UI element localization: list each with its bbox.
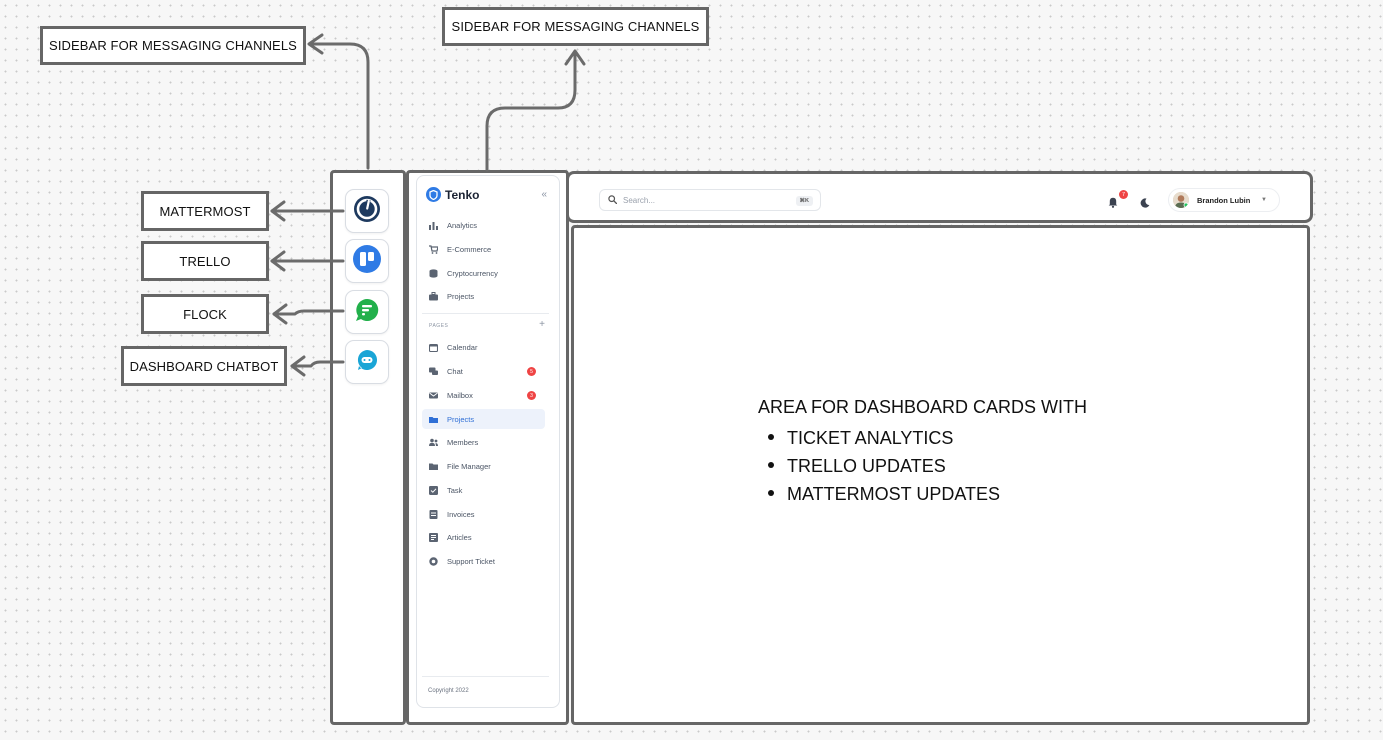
- add-page-icon[interactable]: +: [539, 319, 545, 330]
- list-item: TICKET ANALYTICS: [758, 424, 1087, 452]
- sidebar-item-label: Projects: [447, 291, 475, 301]
- annotation-sidebar-top-text: SIDEBAR FOR MESSAGING CHANNELS: [451, 19, 700, 34]
- notifications-bell-icon[interactable]: [1108, 195, 1118, 213]
- annotation-sidebar-left: SIDEBAR FOR MESSAGING CHANNELS: [40, 26, 306, 65]
- dashboard-cards-list: TICKET ANALYTICS TRELLO UPDATES MATTERMO…: [758, 424, 1087, 508]
- trello-channel-button[interactable]: [345, 239, 389, 283]
- list-item: MATTERMOST UPDATES: [758, 480, 1087, 508]
- sidebar-item-label: Support Ticket: [447, 556, 495, 566]
- chevron-down-icon: ▼: [1261, 197, 1267, 203]
- coins-icon: [429, 268, 438, 278]
- sidebar-item-file-manager[interactable]: File Manager: [422, 456, 545, 476]
- search-shortcut-badge: ⌘K: [795, 196, 813, 206]
- mailbox-badge: 3: [527, 391, 536, 400]
- dark-mode-moon-icon[interactable]: [1140, 195, 1150, 213]
- annotation-sidebar-top: SIDEBAR FOR MESSAGING CHANNELS: [442, 7, 709, 46]
- annotation-flock: FLOCK: [141, 294, 269, 334]
- annotation-mattermost: MATTERMOST: [141, 191, 269, 231]
- dashboard-cards-note: AREA FOR DASHBOARD CARDS WITH TICKET ANA…: [758, 396, 1087, 508]
- support-icon: [429, 556, 438, 566]
- flock-icon: [354, 297, 380, 328]
- list-item: TRELLO UPDATES: [758, 452, 1087, 480]
- notifications-badge: 7: [1119, 190, 1128, 199]
- search-field[interactable]: ⌘K: [599, 189, 821, 211]
- chat-badge: 5: [527, 367, 536, 376]
- trello-icon: [352, 244, 382, 279]
- mattermost-channel-button[interactable]: [345, 189, 389, 233]
- sidebar-item-articles[interactable]: Articles: [422, 527, 545, 547]
- avatar: [1173, 192, 1189, 208]
- sidebar-item-label: File Manager: [447, 461, 491, 471]
- mattermost-icon: [352, 194, 382, 229]
- sidebar-item-invoices[interactable]: Invoices: [422, 504, 545, 524]
- sidebar-item-label: Analytics: [447, 220, 478, 230]
- chatbot-icon: [355, 348, 379, 377]
- task-icon: [429, 485, 438, 495]
- brand-name: Tenko: [445, 187, 480, 202]
- sidebar-item-label: E-Commerce: [447, 244, 492, 254]
- sidebar-item-cryptocurrency[interactable]: Cryptocurrency: [422, 263, 545, 283]
- sidebar-item-ecommerce[interactable]: E-Commerce: [422, 239, 545, 259]
- sidebar-item-label: Task: [447, 485, 463, 495]
- sidebar-item-label: Calendar: [447, 342, 478, 352]
- sidebar-divider: [422, 313, 549, 314]
- cart-icon: [429, 244, 439, 254]
- brand[interactable]: Tenko: [426, 187, 479, 202]
- briefcase-icon: [429, 291, 438, 301]
- annotation-mattermost-text: MATTERMOST: [159, 203, 251, 219]
- sidebar-item-label: Articles: [447, 532, 472, 542]
- invoice-icon: [429, 509, 438, 519]
- annotation-chatbot: DASHBOARD CHATBOT: [121, 346, 287, 386]
- list-item-text: TICKET ANALYTICS: [787, 428, 954, 448]
- sidebar-item-support-ticket[interactable]: Support Ticket: [422, 551, 545, 571]
- search-icon: [608, 191, 618, 209]
- sidebar-item-members[interactable]: Members: [422, 432, 545, 452]
- flock-channel-button[interactable]: [345, 290, 389, 334]
- sidebar-item-calendar[interactable]: Calendar: [422, 337, 545, 357]
- annotation-trello-text: TRELLO: [179, 253, 231, 269]
- users-icon: [429, 438, 438, 447]
- sidebar-item-label: Chat: [447, 366, 463, 376]
- app-sidebar: Tenko « Analytics E-Commerce Cryptocurre…: [416, 175, 560, 708]
- annotation-trello: TRELLO: [141, 241, 269, 281]
- tenko-logo-icon: [426, 187, 441, 202]
- copyright-text: Copyright 2022: [428, 688, 469, 694]
- dashboard-cards-heading: AREA FOR DASHBOARD CARDS WITH: [758, 397, 1088, 417]
- sidebar-item-projects-dashboard[interactable]: Projects: [422, 286, 545, 306]
- sidebar-item-label: Projects: [447, 414, 475, 424]
- list-item-text: TRELLO UPDATES: [787, 456, 946, 476]
- chart-icon: [429, 221, 438, 230]
- list-item-text: MATTERMOST UPDATES: [787, 484, 1001, 504]
- pages-section-label: PAGES: [429, 323, 449, 329]
- sidebar-footer-divider: [422, 676, 549, 677]
- sidebar-item-mailbox[interactable]: Mailbox 3: [422, 385, 545, 405]
- user-menu[interactable]: Brandon Lubin ▼: [1168, 188, 1280, 212]
- sidebar-item-task[interactable]: Task: [422, 480, 545, 500]
- sidebar-item-projects[interactable]: Projects: [422, 409, 545, 429]
- chat-icon: [429, 367, 438, 376]
- mail-icon: [429, 391, 438, 400]
- folder-icon: [429, 415, 438, 424]
- sidebar-item-label: Mailbox: [447, 390, 473, 400]
- annotation-sidebar-left-text: SIDEBAR FOR MESSAGING CHANNELS: [49, 38, 297, 53]
- user-name: Brandon Lubin: [1197, 195, 1251, 205]
- folder-icon: [429, 462, 438, 471]
- sidebar-item-label: Cryptocurrency: [447, 268, 498, 278]
- calendar-icon: [428, 343, 439, 352]
- collapse-sidebar-icon[interactable]: «: [541, 189, 547, 200]
- search-input[interactable]: [623, 195, 783, 205]
- annotation-chatbot-text: DASHBOARD CHATBOT: [129, 358, 279, 374]
- sidebar-item-analytics[interactable]: Analytics: [422, 215, 545, 235]
- article-icon: [429, 532, 438, 542]
- sidebar-item-label: Invoices: [447, 509, 475, 519]
- annotation-flock-text: FLOCK: [183, 306, 227, 322]
- sidebar-item-label: Members: [447, 437, 479, 447]
- chatbot-channel-button[interactable]: [345, 340, 389, 384]
- sidebar-item-chat[interactable]: Chat 5: [422, 361, 545, 381]
